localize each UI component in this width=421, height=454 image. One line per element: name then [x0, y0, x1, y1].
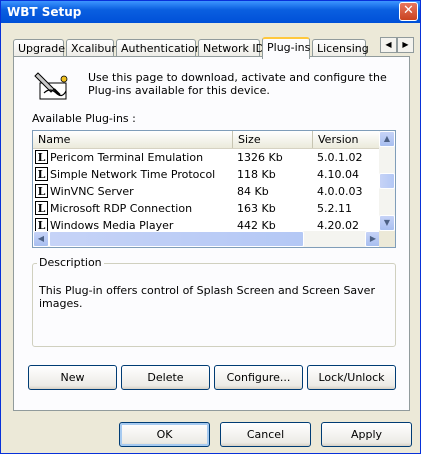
- plugin-size: 163 Kb: [237, 202, 276, 215]
- arrow-left-icon: ◀: [385, 40, 392, 49]
- column-header-version[interactable]: Version: [313, 131, 381, 148]
- wbt-setup-window: WBT Setup ✕ Upgrade Xcalibur Authenticat…: [0, 0, 421, 454]
- tab-scroll-left-button[interactable]: ◀: [380, 37, 397, 53]
- plugin-version: 5.0.1.02: [317, 151, 363, 164]
- new-button[interactable]: New: [28, 365, 117, 390]
- tab-authentication[interactable]: Authentication: [116, 39, 202, 57]
- plug-ins-panel: Use this page to download, activate and …: [13, 56, 410, 411]
- tab-licensing[interactable]: Licensing: [312, 39, 369, 57]
- configure-button[interactable]: Configure...: [214, 365, 303, 390]
- list-item[interactable]: L WinVNC Server 84 Kb 4.0.0.03: [33, 183, 381, 200]
- vertical-scrollbar[interactable]: ▲ ▼: [379, 131, 395, 231]
- vertical-scroll-thumb[interactable]: [379, 173, 395, 189]
- list-item[interactable]: L Pericom Terminal Emulation 1326 Kb 5.0…: [33, 149, 381, 166]
- window-title: WBT Setup: [7, 5, 82, 19]
- list-item[interactable]: L Simple Network Time Protocol 118 Kb 4.…: [33, 166, 381, 183]
- plugin-l-icon: L: [35, 201, 48, 215]
- plugin-name: Simple Network Time Protocol: [50, 168, 216, 181]
- delete-button[interactable]: Delete: [121, 365, 210, 390]
- tab-plug-ins[interactable]: Plug-ins: [262, 37, 310, 59]
- title-bar[interactable]: WBT Setup ✕: [1, 1, 420, 23]
- apply-button[interactable]: Apply: [321, 422, 412, 447]
- arrow-right-icon: ▶: [402, 40, 409, 49]
- plugin-size: 118 Kb: [237, 168, 276, 181]
- available-plugins-label: Available Plug-ins :: [32, 112, 136, 125]
- intro-text: Use this page to download, activate and …: [88, 71, 387, 97]
- plugin-version: 4.0.0.03: [317, 185, 363, 198]
- plugin-l-icon: L: [35, 184, 48, 198]
- tab-upgrade[interactable]: Upgrade: [13, 39, 65, 57]
- plugin-version: 5.2.11: [317, 202, 352, 215]
- plugin-config-icon: [34, 72, 68, 100]
- plugin-l-icon: L: [35, 167, 48, 181]
- plugin-version: 4.10.04: [317, 168, 359, 181]
- plugin-name: WinVNC Server: [50, 185, 134, 198]
- scroll-left-icon[interactable]: ◀: [33, 231, 49, 247]
- list-item[interactable]: L Microsoft RDP Connection 163 Kb 5.2.11: [33, 200, 381, 217]
- horizontal-scroll-thumb[interactable]: [49, 231, 304, 247]
- plugin-l-icon: L: [35, 218, 48, 232]
- plugins-list[interactable]: Name Size Version L Pericom Terminal Emu…: [32, 130, 396, 248]
- resize-grip-icon: [379, 231, 395, 247]
- close-button[interactable]: ✕: [399, 2, 418, 21]
- lock-unlock-button[interactable]: Lock/Unlock: [307, 365, 396, 390]
- tab-xcalibur[interactable]: Xcalibur: [66, 39, 116, 57]
- plugin-l-icon: L: [35, 150, 48, 164]
- column-header-name[interactable]: Name: [33, 131, 233, 148]
- tab-network-id[interactable]: Network ID: [198, 39, 264, 57]
- plugin-size: 84 Kb: [237, 185, 269, 198]
- scroll-up-icon[interactable]: ▲: [379, 131, 395, 147]
- description-title: Description: [37, 256, 104, 269]
- scroll-down-icon[interactable]: ▼: [379, 215, 395, 231]
- column-header-size[interactable]: Size: [233, 131, 313, 148]
- list-header: Name Size Version: [33, 131, 381, 149]
- plugin-name: Microsoft RDP Connection: [50, 202, 193, 215]
- description-text: This Plug-in offers control of Splash Sc…: [39, 284, 375, 310]
- plugin-size: 1326 Kb: [237, 151, 283, 164]
- cancel-button[interactable]: Cancel: [220, 422, 311, 447]
- ok-button[interactable]: OK: [119, 422, 210, 447]
- horizontal-scrollbar[interactable]: ◀ ▶: [33, 231, 381, 247]
- plugin-name: Pericom Terminal Emulation: [50, 151, 204, 164]
- description-group: Description This Plug-in offers control …: [32, 256, 396, 347]
- tab-scroll-right-button[interactable]: ▶: [397, 37, 414, 53]
